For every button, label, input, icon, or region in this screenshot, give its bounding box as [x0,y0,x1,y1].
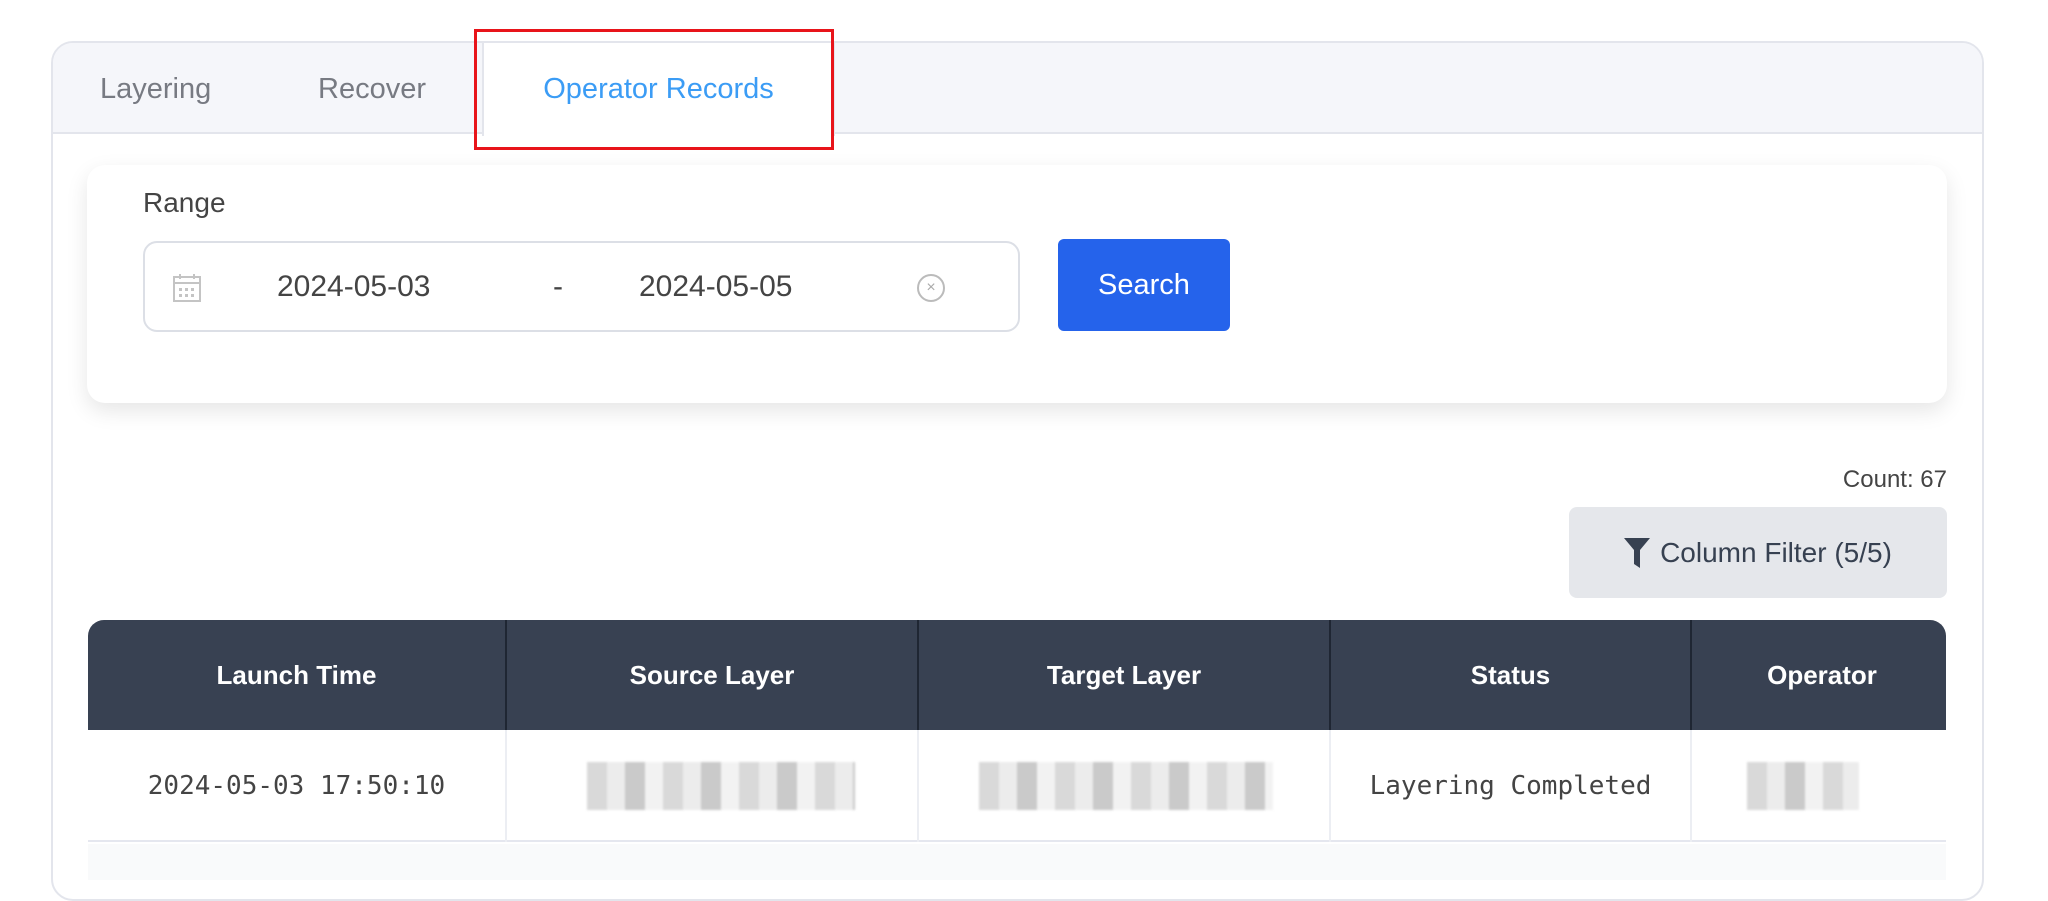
search-button[interactable]: Search [1058,239,1230,331]
column-header-operator[interactable]: Operator [1692,620,1946,730]
cell-status: Layering Completed [1331,730,1692,842]
filter-icon [1624,537,1651,568]
range-label: Range [143,187,226,218]
redacted-block [1747,762,1859,810]
records-table: Launch Time Source Layer Target Layer St… [88,620,1946,880]
start-date-input[interactable]: 2024-05-03 [277,243,430,331]
column-header-status[interactable]: Status [1331,620,1692,730]
record-count: Count: 67 [1842,466,1947,493]
cell-operator [1692,730,1946,842]
tab-recover[interactable]: Recover [318,43,426,134]
cell-target-layer [919,730,1331,842]
range-separator: - [553,270,563,303]
table-row[interactable] [88,844,1946,880]
cell-source-layer [507,730,919,842]
tab-layering[interactable]: Layering [100,43,211,134]
column-header-target-layer[interactable]: Target Layer [919,620,1331,730]
cell-launch-time: 2024-05-03 17:50:10 [88,730,507,842]
table-row[interactable]: 2024-05-03 17:50:10 Layering Completed [88,730,1946,842]
tab-bar: Layering Recover Operator Records [53,43,1982,136]
column-filter-label: Column Filter (5/5) [1660,536,1892,568]
end-date-input[interactable]: 2024-05-05 [639,243,792,331]
clear-icon[interactable]: × [917,274,945,302]
column-filter-button[interactable]: Column Filter (5/5) [1569,507,1947,598]
column-header-launch-time[interactable]: Launch Time [88,620,507,730]
column-header-source-layer[interactable]: Source Layer [507,620,919,730]
date-range-picker[interactable]: 2024-05-03 - 2024-05-05 × [143,241,1020,332]
redacted-block [979,762,1273,810]
table-header: Launch Time Source Layer Target Layer St… [88,620,1946,730]
tab-operator-records[interactable]: Operator Records [482,43,835,136]
calendar-icon [173,274,201,302]
redacted-block [587,762,855,810]
filter-card: Range 2024-05-03 - 2024-05-05 × Search [87,165,1947,403]
